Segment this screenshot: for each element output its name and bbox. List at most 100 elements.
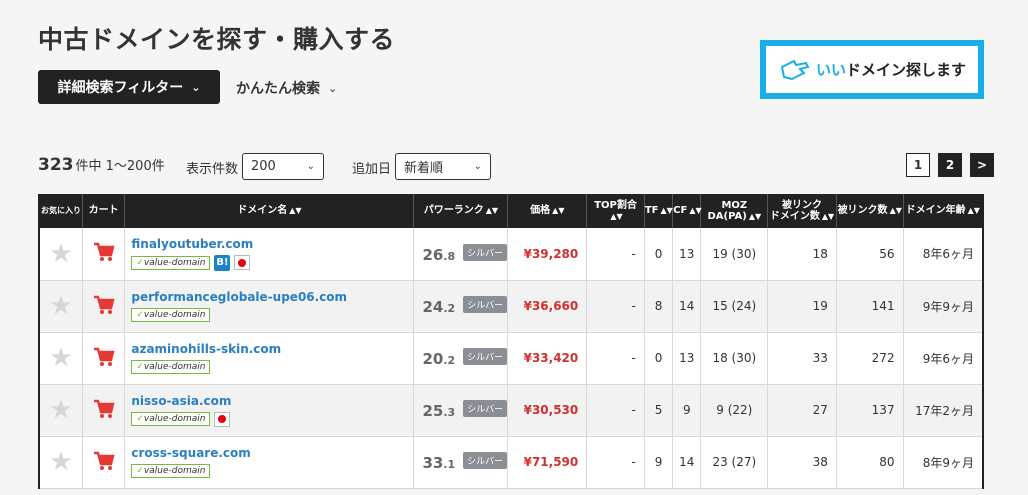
domain-age-cell: 17年2ヶ月: [903, 384, 982, 437]
simple-search-label: かんたん検索: [236, 81, 320, 97]
table-header-row: お気に入り カート ドメイン名 ▲▼ パワーランク ▲▼ 価格 ▲▼ TOP割合▲▼ …: [40, 194, 982, 228]
result-count-number: 323: [38, 155, 74, 175]
per-page-select[interactable]: 200 ⌄: [242, 153, 324, 180]
value-domain-badge[interactable]: ✓value-domain: [131, 308, 211, 322]
chevron-down-icon: ⌄: [306, 161, 315, 172]
cart-cell: [82, 280, 126, 333]
moz-cell: 15 (24): [700, 280, 769, 333]
header-backlinks[interactable]: 被リンク数 ▲▼: [836, 194, 904, 228]
header-ref-domains[interactable]: 被リンク ドメイン数 ▲▼: [767, 194, 837, 228]
domain-cell: nisso-asia.com ✓value-domain: [124, 384, 415, 437]
sort-icon: ▲▼: [289, 206, 302, 216]
cart-icon[interactable]: [93, 295, 115, 315]
domain-cell: azaminohills-skin.com ✓value-domain: [124, 332, 415, 385]
domain-link[interactable]: cross-square.com: [131, 446, 407, 460]
cart-icon[interactable]: [93, 399, 115, 419]
hatena-bookmark-badge[interactable]: B!: [214, 254, 231, 271]
top-ratio-cell: -: [586, 384, 645, 437]
cf-cell: 13: [672, 332, 702, 385]
value-domain-badge[interactable]: ✓value-domain: [131, 464, 211, 478]
sort-icon: ▲▼: [660, 206, 673, 216]
header-cf[interactable]: CF ▲▼: [672, 194, 702, 228]
per-page-label: 表示件数: [186, 162, 239, 177]
moz-cell: 18 (30): [700, 332, 769, 385]
page-2-button[interactable]: 2: [938, 153, 962, 177]
tf-cell: 0: [644, 332, 674, 385]
promo-banner[interactable]: いいドメイン探します: [760, 40, 984, 99]
page-title: 中古ドメインを探す・購入する: [38, 25, 396, 54]
backlinks-cell: 137: [836, 384, 904, 437]
price-cell: ¥36,660: [507, 280, 588, 333]
domain-link[interactable]: performanceglobale-upe06.com: [131, 290, 407, 304]
rank-badge: シルバー: [463, 400, 508, 417]
chevron-down-icon: ⌄: [328, 81, 338, 95]
domain-link[interactable]: nisso-asia.com: [131, 394, 407, 408]
sort-value: 新着順: [404, 161, 444, 176]
header-domain[interactable]: ドメイン名 ▲▼: [124, 194, 415, 228]
cf-cell: 9: [672, 384, 702, 437]
domain-link[interactable]: azaminohills-skin.com: [131, 342, 407, 356]
star-icon[interactable]: ★: [49, 447, 72, 477]
cf-cell: 13: [672, 228, 702, 281]
top-ratio-cell: -: [586, 280, 645, 333]
header-power[interactable]: パワーランク ▲▼: [413, 194, 509, 228]
sort-icon: ▲▼: [610, 212, 623, 221]
simple-search-toggle[interactable]: かんたん検索 ⌄: [236, 78, 337, 98]
sort-icon: ▲▼: [552, 206, 565, 216]
rank-badge: シルバー: [463, 452, 508, 469]
header-moz[interactable]: MOZ DA(PA) ▲▼: [700, 194, 769, 228]
sort-icon: ▲▼: [485, 206, 499, 216]
cart-cell: [82, 228, 126, 281]
header-cart: カート: [82, 194, 126, 228]
domain-cell: finalyoutuber.com ✓value-domain B!: [124, 228, 415, 281]
advanced-filter-button[interactable]: 詳細検索フィルター ⌄: [38, 70, 220, 104]
cart-icon[interactable]: [93, 242, 115, 262]
cart-icon[interactable]: [93, 347, 115, 367]
fav-cell: ★: [40, 436, 83, 489]
rank-badge: シルバー: [463, 348, 508, 365]
tf-cell: 0: [644, 228, 674, 281]
next-page-button[interactable]: >: [970, 153, 994, 177]
result-count-suffix: 件中 1〜200件: [75, 159, 165, 174]
star-icon[interactable]: ★: [49, 343, 72, 373]
top-ratio-cell: -: [586, 332, 645, 385]
value-domain-badge[interactable]: ✓value-domain: [131, 255, 211, 270]
power-rank-cell: 24.2 シルバー: [413, 280, 509, 333]
domain-age-cell: 8年6ヶ月: [903, 228, 982, 281]
header-price[interactable]: 価格 ▲▼: [507, 194, 588, 228]
banner-text-prefix: いい: [815, 61, 846, 79]
sort-select[interactable]: 新着順 ⌄: [395, 153, 491, 180]
value-domain-badge[interactable]: ✓value-domain: [131, 360, 211, 374]
value-domain-badge[interactable]: ✓value-domain: [131, 412, 211, 426]
domain-link[interactable]: finalyoutuber.com: [131, 237, 407, 251]
star-icon[interactable]: ★: [49, 239, 72, 269]
page-1-button[interactable]: 1: [906, 153, 930, 177]
fav-cell: ★: [40, 280, 83, 333]
fav-cell: ★: [40, 384, 83, 437]
cart-icon[interactable]: [93, 451, 115, 471]
cart-cell: [82, 332, 126, 385]
chevron-down-icon: ⌄: [191, 80, 201, 94]
cart-cell: [82, 436, 126, 489]
backlinks-cell: 272: [836, 332, 904, 385]
star-icon[interactable]: ★: [49, 291, 72, 321]
backlinks-cell: 56: [836, 228, 904, 281]
price-cell: ¥71,590: [507, 436, 588, 489]
header-tf[interactable]: TF ▲▼: [644, 194, 674, 228]
result-count: 323 件中 1〜200件: [38, 155, 165, 175]
sort-icon: ▲▼: [748, 212, 762, 221]
backlinks-cell: 80: [836, 436, 904, 489]
domain-table: お気に入り カート ドメイン名 ▲▼ パワーランク ▲▼ 価格 ▲▼ TOP割合▲▼ …: [38, 194, 984, 489]
japan-flag-icon: [234, 255, 251, 271]
hand-finger-icon: [780, 59, 810, 80]
ref-domains-cell: 18: [767, 228, 837, 281]
price-cell: ¥39,280: [507, 228, 588, 281]
star-icon[interactable]: ★: [49, 395, 72, 425]
table-row: ★ cross-square.com ✓value-domain 33.1 シルバー ¥7…: [40, 436, 982, 489]
price-cell: ¥30,530: [507, 384, 588, 437]
sort-icon: ▲▼: [689, 206, 702, 216]
header-age[interactable]: ドメイン年齢 ▲▼: [903, 194, 982, 228]
power-rank-cell: 20.2 シルバー: [413, 332, 509, 385]
sort-icon: ▲▼: [967, 206, 980, 216]
header-top[interactable]: TOP割合▲▼: [586, 194, 645, 228]
